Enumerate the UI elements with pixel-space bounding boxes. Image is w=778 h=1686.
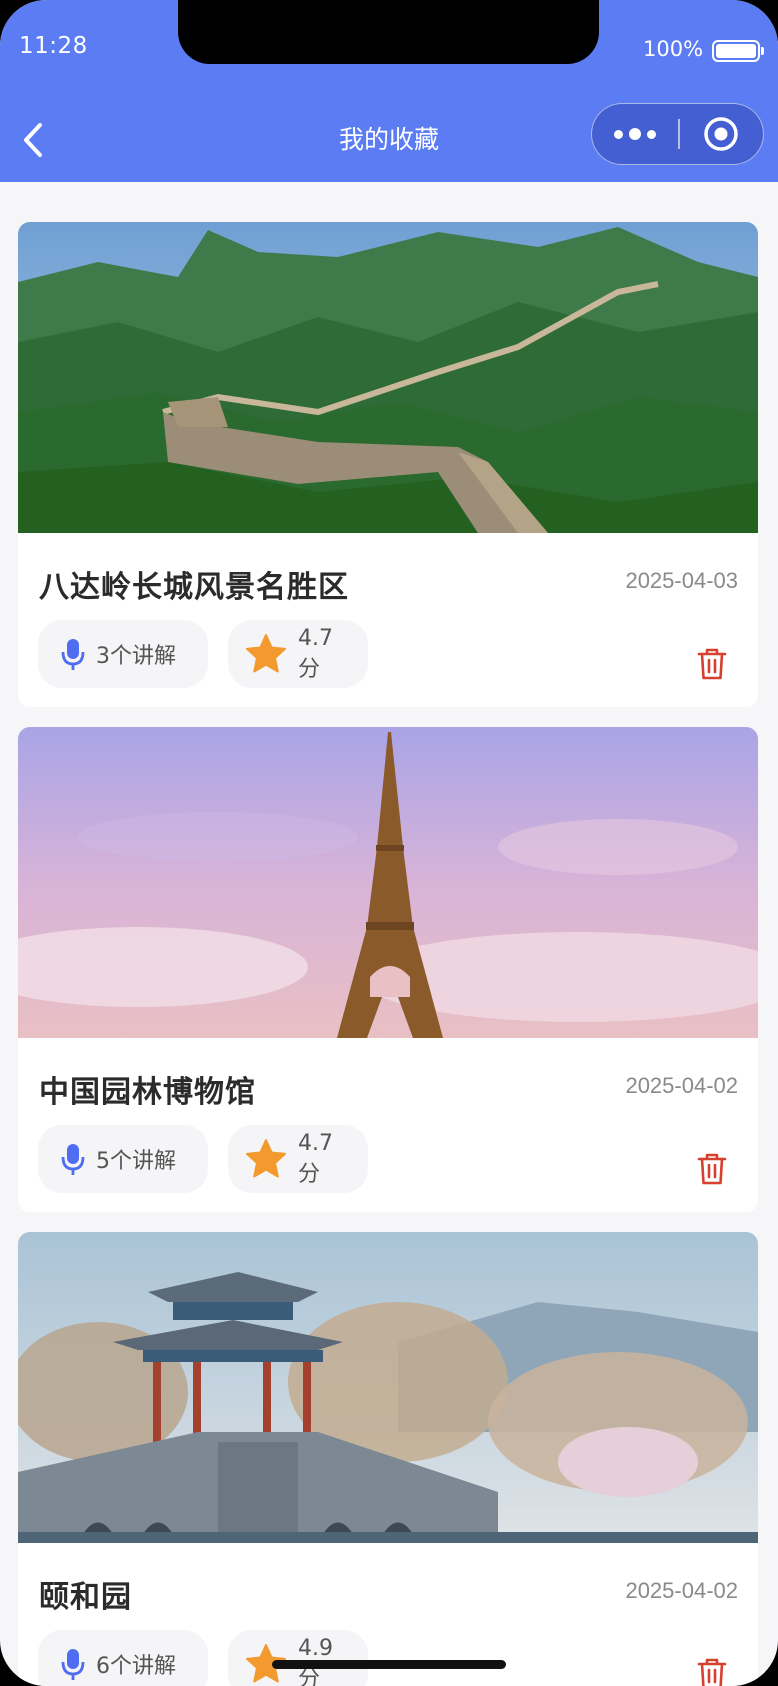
eiffel-tower-photo bbox=[18, 727, 758, 1038]
audio-guide-chip[interactable]: 3个讲解 bbox=[38, 620, 208, 688]
favorite-card[interactable]: 颐和园 2025-04-02 6个讲解 4.9分 bbox=[18, 1232, 758, 1686]
close-mini-program-button[interactable] bbox=[680, 104, 764, 164]
star-icon bbox=[244, 1138, 288, 1180]
favorite-card[interactable]: 中国园林博物馆 2025-04-02 5个讲解 4.7分 bbox=[18, 727, 758, 1212]
delete-button[interactable] bbox=[692, 1652, 732, 1686]
microphone-icon bbox=[60, 1142, 86, 1176]
favorites-list: 八达岭长城风景名胜区 2025-04-03 3个讲解 4.7分 中国园林博物馆 … bbox=[18, 222, 758, 1686]
rating-chip: 4.7分 bbox=[228, 620, 368, 688]
target-circle-icon bbox=[704, 117, 738, 151]
trash-icon bbox=[697, 1658, 727, 1686]
favorite-date: 2025-04-02 bbox=[625, 1073, 738, 1098]
status-time: 11:28 bbox=[19, 33, 88, 59]
audio-count: 3个讲解 bbox=[96, 644, 176, 669]
home-indicator bbox=[272, 1660, 506, 1669]
attraction-title: 八达岭长城风景名胜区 bbox=[39, 570, 349, 605]
favorite-date: 2025-04-03 bbox=[625, 568, 738, 593]
phone-screen: 11:28 100% 我的收藏 八达岭长城风景名胜区 2025-04-03 3个… bbox=[0, 0, 778, 1686]
more-dot bbox=[629, 128, 641, 140]
more-dots-icon bbox=[614, 129, 623, 139]
audio-guide-chip[interactable]: 5个讲解 bbox=[38, 1125, 208, 1193]
battery-percentage: 100% bbox=[643, 37, 704, 61]
microphone-icon bbox=[60, 637, 86, 671]
more-dot bbox=[647, 129, 656, 139]
rating-value: 4.7分 bbox=[298, 1130, 333, 1187]
microphone-icon bbox=[60, 1647, 86, 1681]
rating-value: 4.7分 bbox=[298, 625, 333, 682]
delete-button[interactable] bbox=[692, 642, 732, 686]
favorite-card[interactable]: 八达岭长城风景名胜区 2025-04-03 3个讲解 4.7分 bbox=[18, 222, 758, 707]
more-button[interactable] bbox=[592, 104, 678, 164]
delete-button[interactable] bbox=[692, 1147, 732, 1191]
mini-program-capsule bbox=[591, 103, 764, 165]
trash-icon bbox=[697, 1153, 727, 1185]
attraction-title: 中国园林博物馆 bbox=[39, 1075, 256, 1110]
rating-chip: 4.9分 bbox=[228, 1630, 368, 1686]
star-icon bbox=[244, 633, 288, 675]
attraction-title: 颐和园 bbox=[39, 1580, 132, 1615]
battery-icon bbox=[712, 40, 764, 62]
summer-palace-photo bbox=[18, 1232, 758, 1543]
audio-guide-chip[interactable]: 6个讲解 bbox=[38, 1630, 208, 1686]
trash-icon bbox=[697, 648, 727, 680]
rating-chip: 4.7分 bbox=[228, 1125, 368, 1193]
notch bbox=[178, 0, 599, 64]
header: 11:28 100% 我的收藏 bbox=[0, 0, 778, 182]
favorite-date: 2025-04-02 bbox=[625, 1578, 738, 1603]
audio-count: 5个讲解 bbox=[96, 1149, 176, 1174]
great-wall-photo bbox=[18, 222, 758, 533]
audio-count: 6个讲解 bbox=[96, 1654, 176, 1679]
